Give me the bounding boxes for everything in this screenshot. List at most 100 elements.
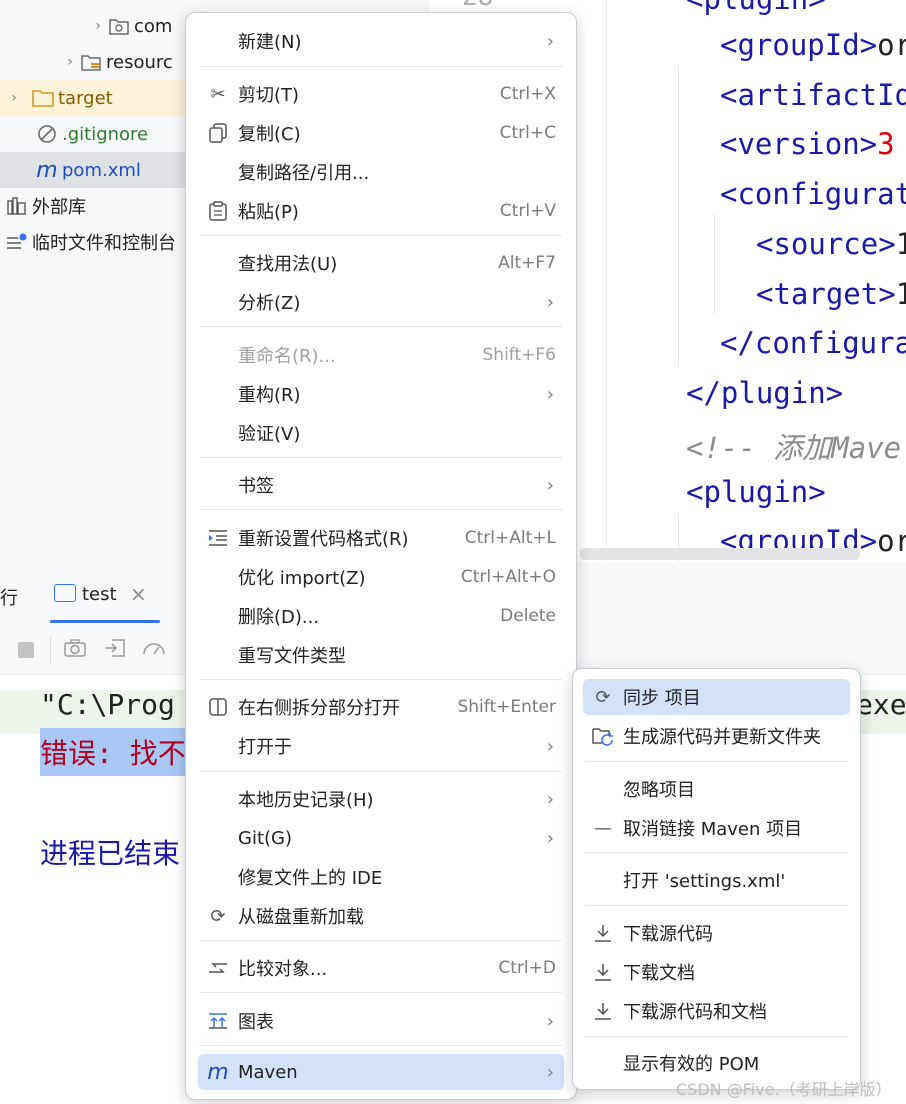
menu-label: 重命名(R)...	[238, 346, 336, 367]
menu-separator	[200, 992, 562, 993]
run-title: 行	[0, 588, 18, 609]
camera-icon[interactable]	[64, 638, 86, 662]
copy-icon	[206, 121, 230, 145]
menu-separator	[585, 852, 848, 853]
menu-item-refactor[interactable]: 重构(R) ›	[198, 376, 564, 412]
split-icon	[206, 695, 230, 719]
maven-item-sync-project[interactable]: ⟳ 同步 项目	[583, 679, 850, 715]
menu-item-local-history[interactable]: 本地历史记录(H) ›	[198, 781, 564, 817]
menu-item-copy[interactable]: 复制(C) Ctrl+C	[198, 115, 564, 151]
tree-item-label: resourc	[106, 51, 173, 73]
menu-separator	[585, 1036, 848, 1037]
menu-shortcut: Delete	[500, 606, 556, 626]
code-text: 1	[895, 277, 906, 311]
menu-item-analyze[interactable]: 分析(Z) ›	[198, 284, 564, 320]
chevron-right-icon: ›	[546, 383, 554, 405]
menu-label: 比较对象...	[238, 959, 328, 980]
menu-item-compare-with[interactable]: 比较对象... Ctrl+D	[198, 950, 564, 986]
chevron-right-icon[interactable]: ›	[6, 90, 22, 106]
code-text: 3	[877, 127, 895, 161]
chevron-right-icon: ›	[546, 291, 554, 313]
menu-separator	[200, 1045, 562, 1046]
menu-item-maven[interactable]: m Maven ›	[198, 1054, 564, 1090]
menu-item-override-file-type[interactable]: 重写文件类型	[198, 637, 564, 673]
tab-test[interactable]: test ×	[50, 580, 160, 624]
tree-item-target[interactable]: › target	[0, 80, 190, 116]
chevron-right-icon[interactable]: ›	[90, 18, 106, 34]
sync-icon: ⟳	[595, 686, 611, 708]
console-tab-icon	[54, 584, 76, 602]
menu-item-cut[interactable]: ✂ 剪切(T) Ctrl+X	[198, 76, 564, 112]
menu-item-diagrams[interactable]: 图表 ›	[198, 1003, 564, 1039]
chevron-right-icon: ›	[546, 788, 554, 810]
menu-label: 查找用法(U)	[238, 254, 338, 275]
menu-label: 图表	[238, 1012, 274, 1033]
code-text: 1	[895, 227, 906, 261]
tree-item-com[interactable]: › com	[90, 8, 172, 44]
maven-item-open-settings[interactable]: 打开 'settings.xml'	[583, 862, 850, 898]
maven-item-download-sources[interactable]: 下载源代码	[583, 915, 850, 951]
tree-item-resources[interactable]: › resourc	[62, 44, 173, 80]
maven-item-download-docs[interactable]: 下载文档	[583, 954, 850, 990]
toolbar-divider	[50, 636, 51, 664]
menu-item-copy-path[interactable]: 复制路径/引用...	[198, 154, 564, 190]
menu-item-open-in[interactable]: 打开于 ›	[198, 728, 564, 764]
code-line: <artifactId	[720, 78, 906, 112]
console-command-text: "C:\Prog	[40, 688, 175, 721]
tree-item-external-libraries[interactable]: 外部库	[0, 188, 86, 224]
chevron-right-icon: ›	[546, 735, 554, 757]
menu-item-optimize-imports[interactable]: 优化 import(Z) Ctrl+Alt+O	[198, 559, 564, 595]
menu-item-reload-from-disk[interactable]: ⟳ 从磁盘重新加载	[198, 898, 564, 934]
context-menu: 新建(N) › ✂ 剪切(T) Ctrl+X 复制(C) Ctrl+C 复制路径…	[185, 12, 577, 1100]
code-comment: <!-- 添加Mave	[686, 431, 902, 465]
generate-sources-icon	[591, 724, 615, 748]
menu-item-reformat-code[interactable]: 重新设置代码格式(R) Ctrl+Alt+L	[198, 520, 564, 556]
menu-item-new[interactable]: 新建(N) ›	[198, 23, 564, 59]
stop-icon[interactable]	[18, 642, 34, 658]
menu-label: 验证(V)	[238, 424, 301, 445]
compare-icon	[206, 956, 230, 980]
download-icon	[591, 921, 615, 945]
menu-item-validate[interactable]: 验证(V)	[198, 415, 564, 451]
tree-item-label: pom.xml	[62, 159, 141, 181]
menu-item-find-usages[interactable]: 查找用法(U) Alt+F7	[198, 245, 564, 281]
unlink-icon: —	[594, 817, 612, 839]
menu-shortcut: Ctrl+C	[499, 123, 556, 143]
menu-item-paste[interactable]: 粘贴(P) Ctrl+V	[198, 193, 564, 229]
tree-item-label: .gitignore	[62, 123, 149, 145]
active-tab-indicator	[50, 620, 160, 623]
download-icon	[591, 960, 615, 984]
menu-label: 重写文件类型	[238, 646, 346, 667]
menu-separator	[200, 326, 562, 327]
import-icon[interactable]	[104, 638, 126, 662]
gitignore-icon	[36, 124, 58, 144]
chevron-right-icon[interactable]: ›	[62, 54, 78, 70]
close-icon[interactable]: ×	[130, 582, 147, 606]
menu-item-split-right[interactable]: 在右侧拆分部分打开 Shift+Enter	[198, 689, 564, 725]
gauge-icon[interactable]	[142, 638, 166, 662]
horizontal-scrollbar[interactable]	[580, 548, 860, 560]
menu-shortcut: Shift+F6	[482, 345, 556, 365]
menu-shortcut: Ctrl+Alt+O	[460, 567, 556, 587]
tree-item-scratches[interactable]: 临时文件和控制台	[0, 224, 176, 260]
menu-label: 复制(C)	[238, 124, 301, 145]
maven-item-download-sources-and-docs[interactable]: 下载源代码和文档	[583, 993, 850, 1029]
menu-label: Maven	[238, 1061, 298, 1083]
code-tag: <version>	[720, 127, 878, 161]
paste-icon	[206, 199, 230, 223]
tree-item-label: com	[134, 15, 173, 37]
maven-item-generate-sources[interactable]: 生成源代码并更新文件夹	[583, 718, 850, 754]
console-error-text: 错误: 找不	[40, 737, 186, 770]
maven-item-ignore-project[interactable]: 忽略项目	[583, 771, 850, 807]
code-tag: <target>	[756, 277, 896, 311]
menu-label: 生成源代码并更新文件夹	[623, 727, 821, 748]
menu-label: 新建(N)	[238, 32, 302, 53]
tree-item-pom[interactable]: m pom.xml	[0, 152, 190, 188]
menu-item-bookmarks[interactable]: 书签 ›	[198, 467, 564, 503]
maven-item-unlink-project[interactable]: — 取消链接 Maven 项目	[583, 810, 850, 846]
menu-item-repair-ide[interactable]: 修复文件上的 IDE	[198, 859, 564, 895]
tree-item-gitignore[interactable]: .gitignore	[0, 116, 148, 152]
menu-separator	[585, 905, 848, 906]
menu-item-git[interactable]: Git(G) ›	[198, 820, 564, 856]
menu-item-delete[interactable]: 删除(D)... Delete	[198, 598, 564, 634]
